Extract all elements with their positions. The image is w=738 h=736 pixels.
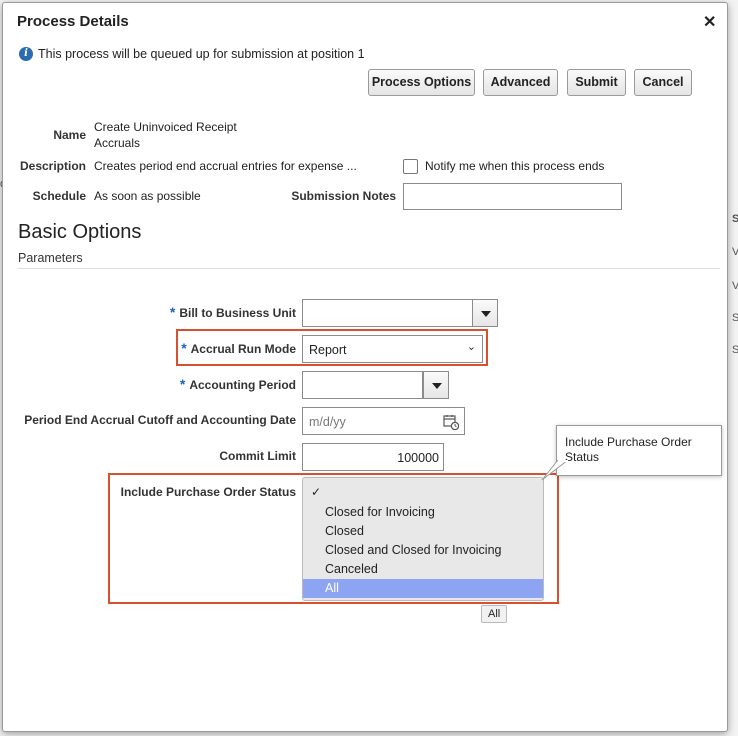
accounting-period-label: * Accounting Period	[179, 376, 296, 392]
bill-to-business-unit-label: * Bill to Business Unit	[169, 304, 296, 320]
commit-limit-label: Commit Limit	[219, 449, 296, 463]
cancel-button[interactable]: Cancel	[634, 69, 692, 96]
submit-button[interactable]: Submit	[567, 69, 626, 96]
info-message: This process will be queued up for submi…	[38, 47, 365, 61]
calendar-icon[interactable]	[443, 414, 459, 430]
notify-checkbox[interactable]	[403, 159, 418, 174]
po-status-option-closed-for-invoicing[interactable]: Closed for Invoicing	[303, 503, 543, 522]
description-label: Description	[19, 159, 86, 173]
submission-notes-label: Submission Notes	[291, 189, 396, 203]
parameters-subtitle: Parameters	[18, 251, 83, 265]
cutoff-date-label: Period End Accrual Cutoff and Accounting…	[24, 413, 296, 427]
required-icon: *	[179, 376, 186, 392]
basic-options-title: Basic Options	[18, 221, 142, 243]
cutoff-date-placeholder: m/d/yy	[309, 415, 346, 429]
commit-limit-input[interactable]: 100000	[302, 443, 444, 471]
submission-notes-input[interactable]	[403, 183, 622, 210]
description-value: Creates period end accrual entries for e…	[94, 159, 357, 173]
po-status-option-all[interactable]: All	[303, 579, 543, 598]
accrual-run-mode-value: Report	[309, 343, 347, 357]
required-icon: *	[169, 304, 176, 320]
accrual-run-mode-label: * Accrual Run Mode	[181, 340, 296, 356]
background-text: V	[732, 280, 738, 292]
schedule-label: Schedule	[32, 189, 86, 203]
po-status-option-closed-and-closed-for-invoicing[interactable]: Closed and Closed for Invoicing	[303, 541, 543, 560]
accounting-period-input[interactable]	[302, 371, 423, 399]
schedule-value: As soon as possible	[94, 189, 201, 203]
chevron-down-icon: ⌄	[466, 341, 476, 353]
divider	[18, 268, 720, 269]
close-icon[interactable]: ✕	[703, 12, 716, 32]
process-options-button[interactable]: Process Options	[368, 69, 475, 96]
dialog-title: Process Details	[17, 13, 129, 30]
accounting-period-dropdown-button[interactable]	[423, 371, 449, 399]
commit-limit-value: 100000	[397, 451, 439, 465]
info-icon: i	[19, 47, 33, 61]
po-status-listbox[interactable]: ✓ Closed for Invoicing Closed Closed and…	[302, 477, 544, 601]
background-text: S	[732, 213, 738, 225]
bill-to-business-unit-dropdown-button[interactable]	[472, 299, 498, 327]
chevron-down-icon	[432, 383, 442, 389]
tooltip-pointer	[541, 460, 569, 481]
cutoff-date-input[interactable]: m/d/yy	[302, 407, 465, 435]
background-text: S	[732, 312, 738, 324]
accrual-run-mode-select[interactable]: Report ⌄	[302, 335, 483, 363]
po-status-tooltip: Include Purchase Order Status	[556, 425, 722, 476]
po-status-option-canceled[interactable]: Canceled	[303, 560, 543, 579]
checkmark-icon: ✓	[311, 485, 322, 499]
process-details-dialog: Process Details ✕ i This process will be…	[2, 2, 728, 732]
name-value: Create Uninvoiced Receipt	[94, 120, 237, 134]
name-label: Name	[53, 128, 86, 142]
hover-tooltip: All	[481, 605, 508, 623]
name-value: Accruals	[94, 136, 141, 150]
bill-to-business-unit-input[interactable]	[302, 299, 473, 327]
advanced-button[interactable]: Advanced	[483, 69, 558, 96]
po-status-option-closed[interactable]: Closed	[303, 522, 543, 541]
chevron-down-icon	[481, 311, 491, 317]
background-text: S	[732, 344, 738, 356]
background-text: V	[732, 246, 738, 258]
notify-label: Notify me when this process ends	[425, 159, 605, 173]
required-icon: *	[181, 340, 187, 356]
po-status-label: Include Purchase Order Status	[120, 485, 296, 499]
